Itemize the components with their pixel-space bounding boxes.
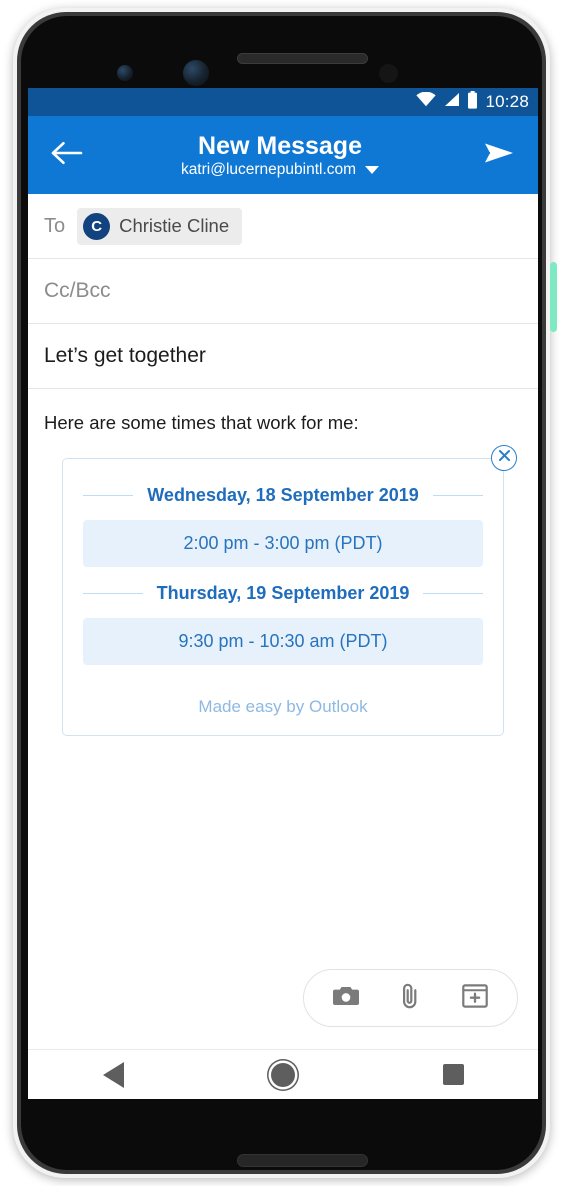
status-bar-clock: 10:28	[485, 92, 529, 111]
calendar-plus-icon	[462, 983, 488, 1014]
square-recents-icon	[442, 1064, 464, 1085]
app-bar-titles: New Message katri@lucernepubintl.com	[84, 132, 476, 179]
screenshot-root: 10:28 New Message katri@lucernepubintl.c…	[0, 0, 563, 1186]
android-back-button[interactable]	[86, 1053, 140, 1097]
date-header: Thursday, 19 September 2019	[83, 582, 484, 604]
subject-input[interactable]: Let’s get together	[44, 344, 206, 368]
app-bar: New Message katri@lucernepubintl.com	[28, 116, 538, 194]
bottom-speaker	[237, 1154, 368, 1167]
close-icon	[498, 449, 511, 467]
cellular-signal-icon	[443, 92, 460, 112]
earpiece-speaker	[237, 53, 368, 64]
status-bar: 10:28	[28, 88, 538, 116]
cc-bcc-field-row[interactable]: Cc/Bcc	[28, 259, 538, 324]
paperclip-icon	[399, 982, 421, 1015]
power-button[interactable]	[550, 262, 557, 332]
send-icon	[483, 140, 515, 171]
back-arrow-icon	[51, 140, 83, 171]
triangle-back-icon	[102, 1061, 124, 1088]
date-label: Thursday, 19 September 2019	[156, 582, 410, 603]
recipient-chip[interactable]: C Christie Cline	[77, 207, 243, 245]
android-navigation-bar	[28, 1049, 538, 1099]
proximity-sensor-icon	[379, 64, 398, 83]
front-camera-icon	[183, 60, 209, 86]
date-rule-right	[423, 592, 484, 594]
time-slot[interactable]: 2:00 pm - 3:00 pm (PDT)	[83, 519, 483, 567]
android-home-button[interactable]	[256, 1053, 310, 1097]
chevron-down-icon	[365, 165, 380, 174]
account-email: katri@lucernepubintl.com	[180, 160, 357, 178]
date-label: Wednesday, 18 September 2019	[147, 484, 419, 505]
scheduling-card-wrapper: Wednesday, 18 September 2019 2:00 pm - 3…	[62, 444, 517, 736]
to-label: To	[44, 214, 66, 237]
scheduling-card: Wednesday, 18 September 2019 2:00 pm - 3…	[62, 457, 504, 736]
body-text: Here are some times that work for me:	[44, 412, 359, 433]
date-rule-left	[83, 494, 134, 496]
to-field-row[interactable]: To C Christie Cline	[28, 194, 538, 259]
time-slot[interactable]: 9:30 pm - 10:30 am (PDT)	[83, 617, 483, 665]
attach-file-button[interactable]	[387, 975, 433, 1021]
camera-button[interactable]	[323, 975, 369, 1021]
phone-screen: 10:28 New Message katri@lucernepubintl.c…	[28, 88, 538, 1099]
close-card-button[interactable]	[491, 444, 517, 471]
date-rule-left	[83, 592, 143, 594]
account-selector[interactable]: katri@lucernepubintl.com	[180, 160, 380, 179]
subject-field-row[interactable]: Let’s get together	[28, 324, 538, 389]
camera-icon	[332, 984, 360, 1013]
cc-bcc-placeholder: Cc/Bcc	[44, 279, 111, 302]
avatar: C	[83, 212, 111, 240]
card-footer-label: Made easy by Outlook	[198, 696, 368, 716]
android-recents-button[interactable]	[426, 1053, 480, 1097]
message-body[interactable]: Here are some times that work for me: We…	[28, 389, 538, 736]
wifi-icon	[416, 91, 437, 112]
send-button[interactable]	[476, 132, 522, 178]
page-title: New Message	[198, 131, 362, 160]
attachment-toolbar	[303, 969, 518, 1027]
add-item-button[interactable]	[452, 975, 498, 1021]
recipient-name: Christie Cline	[119, 215, 230, 236]
date-header: Wednesday, 18 September 2019	[83, 485, 483, 506]
front-camera-secondary-icon	[117, 65, 133, 81]
date-rule-right	[432, 494, 483, 496]
circle-home-icon	[271, 1062, 295, 1087]
battery-icon	[467, 90, 478, 114]
